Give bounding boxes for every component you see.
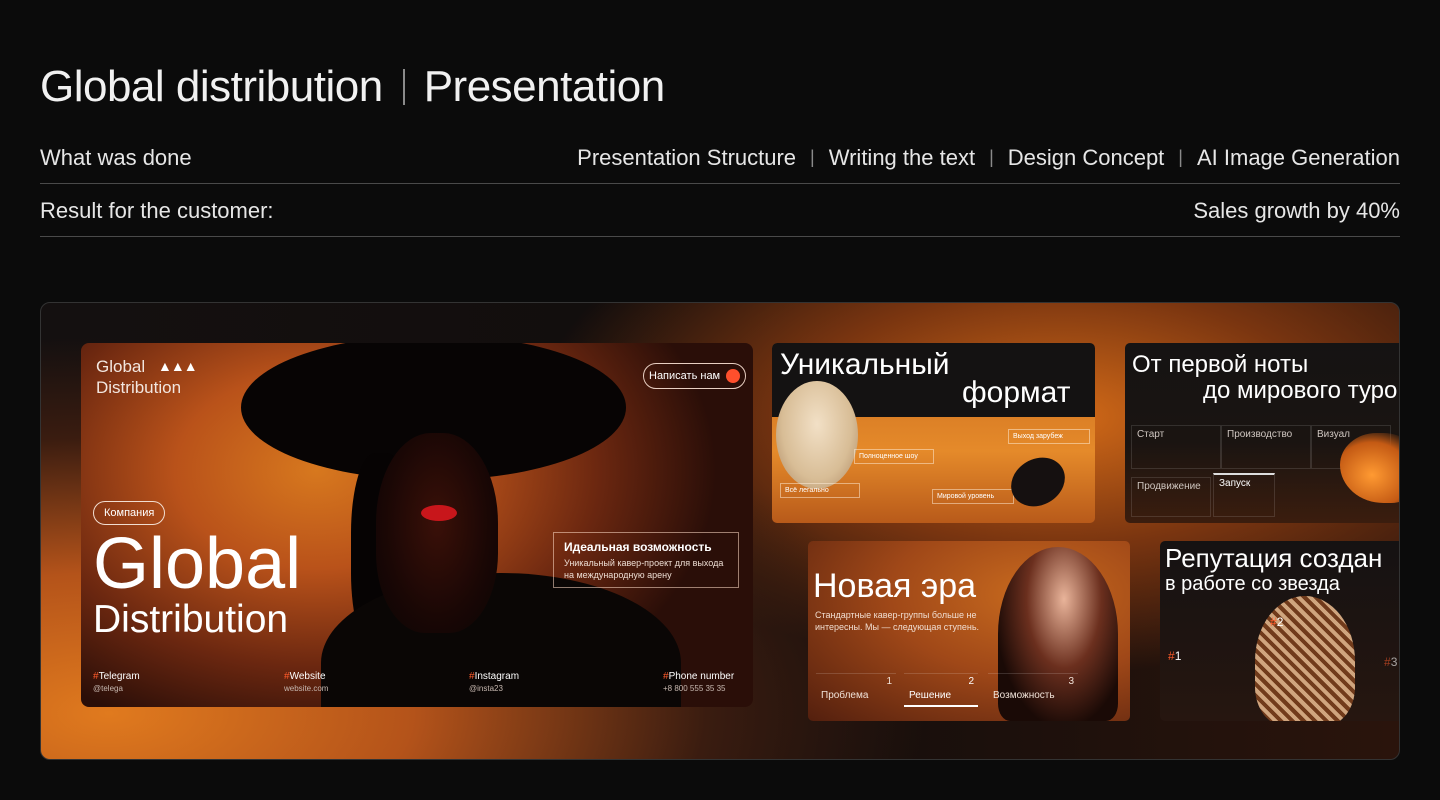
item-number: 3 [1390,655,1398,669]
contact-label: Phone number [668,671,735,682]
presentation-showcase: Global Distribution ▲▲▲ Написать нам Комп… [40,302,1400,760]
slide-thumb-unique-format[interactable]: Уникальный формат Полноценное шоу Выход … [772,343,1095,523]
thumb-card: Мировой уровень [932,489,1014,504]
main-slide[interactable]: Global Distribution ▲▲▲ Написать нам Комп… [81,343,753,707]
hash-icon: # [1384,655,1391,669]
reputation-item-2: #2 [1270,615,1283,629]
opportunity-title: Идеальная возможность [564,540,712,554]
record-dot-icon [726,369,741,383]
write-us-button[interactable]: Написать нам [643,363,747,389]
slide-title: Global [93,524,302,604]
slide-thumb-new-era[interactable]: Новая эра Стандартные кавер-группы больш… [808,541,1130,721]
tab-label: Проблема [821,690,869,701]
thumb-title: Репутация создан [1165,543,1383,573]
service-divider: | [810,147,815,167]
what-was-done-row: What was done Presentation Structure | W… [40,132,1400,184]
thumb-title: в работе со звезда [1165,573,1340,595]
result-value: Sales growth by 40% [1193,197,1400,223]
what-was-done-label: What was done [40,144,192,170]
thumb-title: Новая эра [813,567,977,605]
contact-label: Telegram [98,671,140,682]
contact-website[interactable]: #Website website.com [284,671,328,693]
contact-instagram[interactable]: #Instagram @insta23 [469,671,519,693]
result-label: Result for the customer: [40,197,274,223]
title-divider [402,69,405,105]
beige-hat-shape [776,381,858,489]
service-item: Writing the text [828,144,976,170]
company-chip: Компания [93,501,166,525]
reputation-item-1: #1 [1168,649,1181,663]
hash-icon: # [1270,615,1277,629]
page-title: Global distribution [40,62,383,111]
tab-number: 1 [886,676,892,687]
tab-opportunity[interactable]: Возможность 3 [988,673,1078,707]
lips-shape [421,505,457,521]
thumb-title: Уникальный [780,348,950,381]
contact-label: Website [289,671,326,682]
contact-label: Instagram [474,671,520,682]
contact-value: @insta23 [469,684,503,693]
tab-problem[interactable]: Проблема 1 [816,673,896,707]
opportunity-text: Уникальный кавер-проект для выхода на ме… [564,558,724,580]
item-number: 1 [1174,649,1182,663]
service-item: Design Concept [1007,144,1165,170]
thumb-card: Полноценное шоу [854,449,934,464]
logo-mark-icon: ▲▲▲ [158,358,198,374]
face-shape [376,433,498,633]
microphone-shape [1002,448,1074,516]
service-divider: | [1178,147,1183,167]
thumb-title: формат [962,376,1071,409]
hash-icon: # [1168,649,1175,663]
service-divider: | [989,147,994,167]
reputation-item-3: #3 [1384,655,1397,669]
contact-phone[interactable]: #Phone number +8 800 555 35 35 [663,671,734,693]
thumb-title: От первой ноты [1132,351,1309,378]
opportunity-box: Идеальная возможность Уникальный кавер-п… [553,532,739,588]
item-number: 2 [1276,615,1284,629]
thumb-title: до мирового туро [1203,377,1398,404]
slide-logo: Global Distribution ▲▲▲ [96,356,198,398]
contact-telegram[interactable]: #Telegram @telega [93,671,140,693]
service-item: Presentation Structure [577,144,797,170]
tab-number: 2 [968,676,974,687]
slide-thumb-first-note[interactable]: От первой ноты до мирового туро Старт Пр… [1125,343,1399,523]
write-us-label: Написать нам [649,370,721,382]
thumb-subtitle: Стандартные кавер-группы больше не интер… [815,610,980,632]
contact-value: website.com [284,684,329,693]
tab-label: Возможность [993,690,1055,701]
tab-solution[interactable]: Решение 2 [904,673,978,707]
music-note-icon [1340,433,1399,503]
service-item: AI Image Generation [1196,144,1400,170]
thumb-card: Выход зарубеж [1008,429,1090,444]
thumb-cell: Производство [1221,425,1311,469]
page-subtitle: Presentation [423,62,666,111]
result-row: Result for the customer: Sales growth by… [40,185,1400,237]
slide-subtitle: Distribution [93,598,289,641]
contact-value: @telega [93,684,123,693]
tab-number: 3 [1068,676,1074,687]
thumb-cell: Продвижение [1131,477,1211,517]
slide-thumb-reputation[interactable]: Репутация создан в работе со звезда #1 #… [1160,541,1399,721]
page-header: Global distribution Presentation [40,62,665,112]
thumb-card: Всё легально [780,483,860,498]
services-list: Presentation Structure | Writing the tex… [577,145,1400,171]
tab-label: Решение [909,690,952,701]
thumb-cell: Запуск [1213,473,1275,517]
contact-value: +8 800 555 35 35 [663,684,726,693]
thumb-cell: Старт [1131,425,1221,469]
